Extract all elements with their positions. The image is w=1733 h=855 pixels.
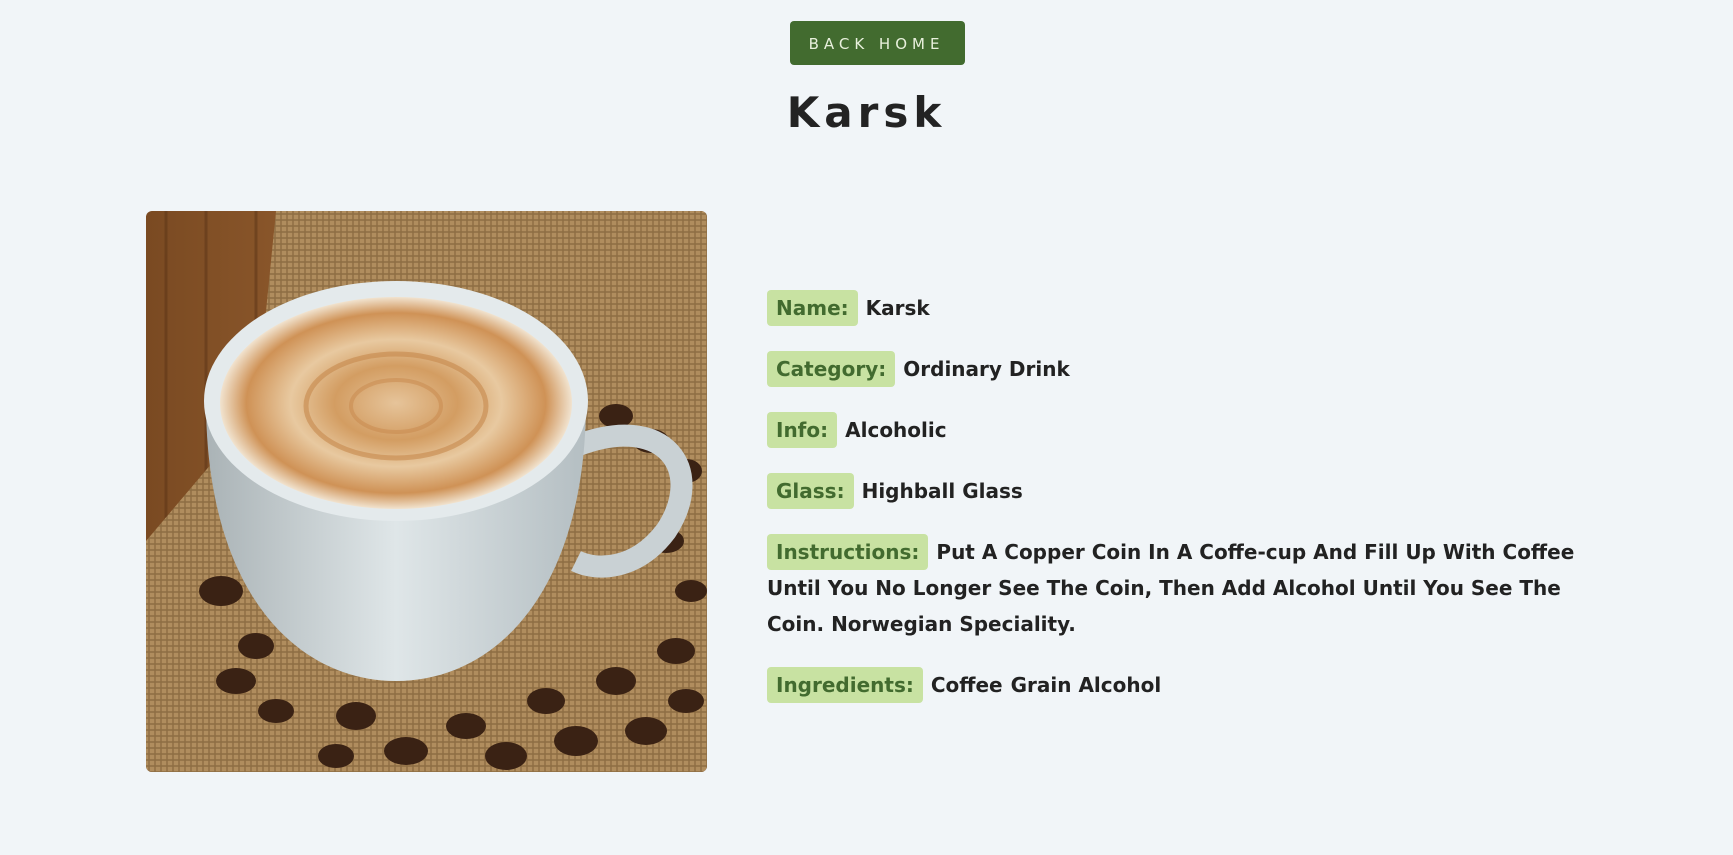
instructions-row: Instructions: Put A Copper Coin In A Coff… <box>767 534 1597 642</box>
instructions-label: Instructions: <box>767 534 929 570</box>
category-value: Ordinary Drink <box>903 357 1070 381</box>
category-label: Category: <box>767 351 896 387</box>
glass-label: Glass: <box>767 473 854 509</box>
ingredient-item: Grain Alcohol <box>1010 673 1162 697</box>
ingredients-row: Ingredients: Coffee Grain Alcohol <box>767 667 1597 703</box>
drink-info: Name: Karsk Category: Ordinary Drink Info:… <box>767 290 1597 728</box>
name-value: Karsk <box>865 296 930 320</box>
info-label: Info: <box>767 412 838 448</box>
name-label: Name: <box>767 290 858 326</box>
glass-value: Highball Glass <box>861 479 1023 503</box>
name-row: Name: Karsk <box>767 290 1597 326</box>
page-title: Karsk <box>786 88 947 137</box>
ingredient-item: Coffee <box>930 673 1003 697</box>
back-home-button[interactable]: Back Home <box>790 21 965 65</box>
cocktail-detail-page: Back Home Karsk <box>0 0 1733 855</box>
ingredients-label: Ingredients: <box>767 667 923 703</box>
glass-row: Glass: Highball Glass <box>767 473 1597 509</box>
info-row: Info: Alcoholic <box>767 412 1597 448</box>
coffee-cup-image <box>146 211 707 772</box>
category-row: Category: Ordinary Drink <box>767 351 1597 387</box>
info-value: Alcoholic <box>845 418 947 442</box>
